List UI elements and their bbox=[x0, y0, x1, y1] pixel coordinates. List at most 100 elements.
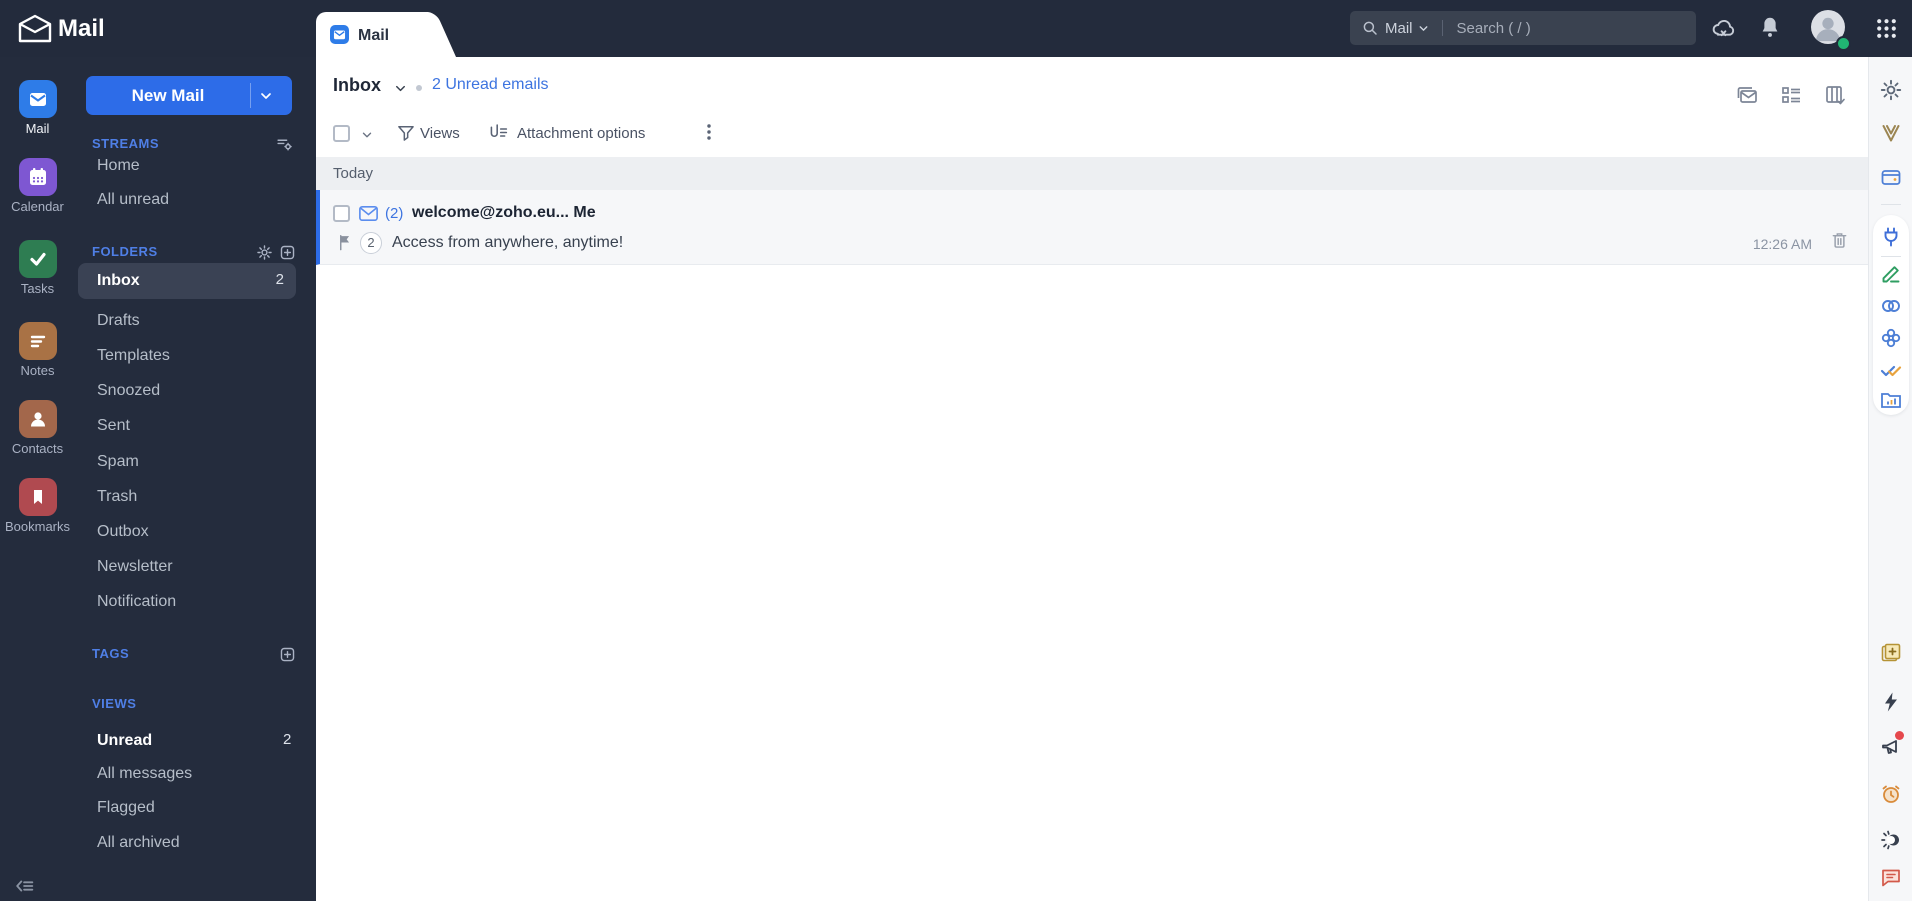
flag-icon[interactable] bbox=[336, 233, 355, 252]
tags-add-icon[interactable] bbox=[279, 646, 296, 663]
sidebar-folder-sent[interactable]: Sent bbox=[97, 414, 130, 438]
collapse-sidebar-icon[interactable] bbox=[14, 875, 36, 897]
email-sender: welcome@zoho.eu... Me bbox=[412, 204, 596, 221]
sticky-note-add-icon[interactable] bbox=[1879, 641, 1903, 665]
sidebar-folder-newsletter[interactable]: Newsletter bbox=[97, 555, 173, 579]
sidebar-folder-snoozed[interactable]: Snoozed bbox=[97, 379, 160, 403]
rail-item-mail[interactable] bbox=[19, 80, 57, 118]
views-funnel-icon[interactable] bbox=[396, 123, 416, 143]
section-header-streams: STREAMS bbox=[92, 136, 160, 151]
thread-count-badge: 2 bbox=[360, 232, 382, 254]
new-mail-label: New Mail bbox=[131, 86, 205, 105]
tab-mail-icon bbox=[330, 25, 349, 44]
email-row[interactable]: (2) welcome@zoho.eu... Me 2 Access from … bbox=[316, 190, 1868, 265]
group-header-today: Today bbox=[333, 165, 374, 182]
rail-label-bookmarks[interactable]: Bookmarks bbox=[0, 519, 75, 534]
notifications-bell-icon[interactable] bbox=[1757, 14, 1783, 40]
sidebar-folder-trash[interactable]: Trash bbox=[97, 485, 137, 509]
sidebar-folder-spam[interactable]: Spam bbox=[97, 450, 139, 474]
double-check-icon[interactable] bbox=[1879, 358, 1903, 382]
plug-extension-icon[interactable] bbox=[1879, 225, 1903, 249]
email-row-checkbox[interactable] bbox=[333, 205, 350, 222]
select-all-checkbox[interactable] bbox=[333, 125, 350, 142]
notes-app-icon bbox=[19, 329, 57, 353]
settings-gear-icon[interactable] bbox=[1879, 78, 1903, 102]
sidebar-item-home[interactable]: Home bbox=[97, 154, 140, 178]
attachment-options-button[interactable]: Attachment options bbox=[517, 125, 645, 142]
bolt-icon[interactable] bbox=[1879, 690, 1903, 714]
streams-settings-icon[interactable] bbox=[276, 136, 293, 153]
unread-emails-link[interactable]: 2 Unread emails bbox=[432, 76, 549, 94]
search-divider bbox=[1441, 20, 1443, 36]
search-scope-selector[interactable]: Mail bbox=[1385, 20, 1413, 37]
vault-icon[interactable] bbox=[1879, 121, 1903, 145]
delete-email-icon[interactable] bbox=[1829, 230, 1850, 251]
folder-dropdown[interactable]: Inbox bbox=[333, 75, 381, 96]
theme-toggle-icon[interactable] bbox=[1879, 828, 1903, 852]
clover-icon[interactable] bbox=[1879, 326, 1903, 350]
list-view-icon[interactable] bbox=[1779, 83, 1803, 107]
sidebar-folder-templates[interactable]: Templates bbox=[97, 344, 170, 368]
rail-label-contacts[interactable]: Contacts bbox=[0, 441, 75, 456]
folders-add-icon[interactable] bbox=[279, 244, 296, 261]
folders-settings-gear-icon[interactable] bbox=[256, 244, 273, 261]
header-separator-dot bbox=[416, 85, 422, 91]
sidebar-view-flagged[interactable]: Flagged bbox=[97, 796, 155, 820]
sidebar-folder-outbox[interactable]: Outbox bbox=[97, 520, 149, 544]
more-options-icon[interactable] bbox=[698, 121, 720, 143]
sidebar: Mail Calendar Tasks Notes Contacts Bookm… bbox=[0, 57, 316, 901]
sign-icon[interactable] bbox=[1879, 262, 1903, 286]
rail-label-tasks[interactable]: Tasks bbox=[0, 281, 75, 296]
rail-label-mail[interactable]: Mail bbox=[0, 121, 75, 136]
sidebar-view-all-archived[interactable]: All archived bbox=[97, 831, 180, 855]
contacts-app-icon bbox=[19, 407, 57, 431]
sidebar-folder-drafts[interactable]: Drafts bbox=[97, 309, 140, 333]
scope-chevron-down-icon[interactable] bbox=[1417, 22, 1430, 35]
section-header-folders: FOLDERS bbox=[92, 244, 158, 259]
tasks-app-icon bbox=[19, 247, 57, 271]
announcement-alert-dot bbox=[1895, 731, 1904, 740]
wallet-icon[interactable] bbox=[1879, 165, 1903, 189]
mail-list-panel: Inbox 2 Unread emails Views Attachment o… bbox=[316, 57, 1868, 901]
new-mail-divider bbox=[250, 83, 251, 108]
select-dropdown-chevron-icon[interactable] bbox=[360, 128, 374, 142]
crm-links-icon[interactable] bbox=[1879, 294, 1903, 318]
conversation-view-icon[interactable] bbox=[1735, 83, 1759, 107]
zoho-mail-logo[interactable] bbox=[16, 13, 54, 44]
new-mail-button[interactable]: New Mail bbox=[86, 76, 292, 115]
rail-item-notes[interactable] bbox=[19, 322, 57, 360]
rail-label-calendar[interactable]: Calendar bbox=[0, 199, 75, 214]
sidebar-view-all-messages[interactable]: All messages bbox=[97, 762, 192, 786]
mail-app-icon bbox=[19, 87, 57, 111]
sidebar-folder-inbox[interactable]: Inbox 2 bbox=[78, 263, 296, 299]
inbox-unread-badge: 2 bbox=[275, 271, 284, 288]
column-view-icon[interactable] bbox=[1823, 83, 1847, 107]
search-input[interactable]: Mail Search ( / ) bbox=[1350, 11, 1696, 45]
email-snippet: Access from anywhere, anytime! bbox=[392, 234, 624, 251]
rail-item-contacts[interactable] bbox=[19, 400, 57, 438]
sidebar-item-all-unread[interactable]: All unread bbox=[97, 188, 169, 212]
topbar: Mail Mail Search ( / ) bbox=[0, 0, 1912, 57]
views-filter-button[interactable]: Views bbox=[420, 125, 460, 142]
feedback-chat-icon[interactable] bbox=[1879, 865, 1903, 889]
alarm-clock-icon[interactable] bbox=[1879, 782, 1903, 806]
group-header-bar: Today bbox=[316, 157, 1868, 190]
unread-view-badge: 2 bbox=[283, 731, 292, 748]
sidebar-folder-notification[interactable]: Notification bbox=[97, 590, 176, 614]
unread-envelope-icon bbox=[357, 202, 380, 225]
attachment-paperclip-icon[interactable] bbox=[488, 122, 509, 143]
sidebar-view-unread[interactable]: Unread bbox=[97, 729, 152, 753]
rail-item-bookmarks[interactable] bbox=[19, 478, 57, 516]
new-mail-dropdown-chevron-icon[interactable] bbox=[258, 88, 274, 104]
rail-item-tasks[interactable] bbox=[19, 240, 57, 278]
tab-mail[interactable]: Mail bbox=[316, 12, 428, 57]
cloud-migration-icon[interactable] bbox=[1710, 15, 1737, 42]
folder-chevron-down-icon[interactable] bbox=[393, 81, 408, 96]
reports-folder-icon[interactable] bbox=[1879, 388, 1903, 412]
apps-grid-icon[interactable] bbox=[1874, 16, 1899, 41]
strip-divider bbox=[1881, 204, 1901, 205]
rail-label-notes[interactable]: Notes bbox=[0, 363, 75, 378]
rail-item-calendar[interactable] bbox=[19, 158, 57, 196]
email-time: 12:26 AM bbox=[1752, 236, 1812, 252]
app-title: Mail bbox=[58, 15, 105, 42]
